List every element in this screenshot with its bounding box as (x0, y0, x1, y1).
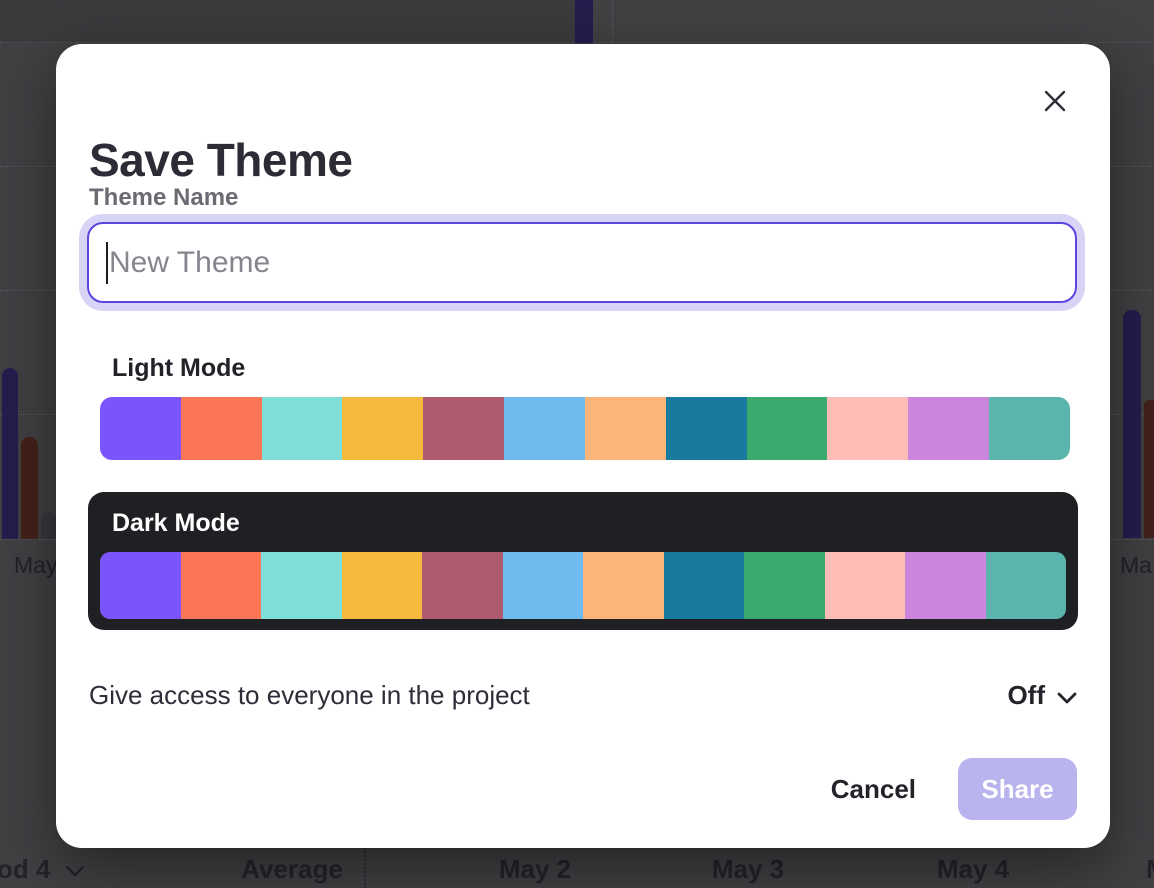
palette-swatch (986, 552, 1067, 619)
palette-swatch (100, 397, 181, 460)
access-label: Give access to everyone in the project (89, 680, 530, 711)
palette-swatch (422, 552, 503, 619)
access-dropdown-value: Off (1007, 680, 1045, 711)
access-dropdown[interactable]: Off (1007, 680, 1077, 711)
palette-swatch (666, 397, 747, 460)
axis-label: Ma (1120, 552, 1152, 579)
save-theme-dialog: Save Theme Theme Name Light Mode Dark Mo… (56, 44, 1110, 848)
light-mode-palette (100, 397, 1070, 460)
palette-swatch (747, 397, 828, 460)
palette-swatch (262, 397, 343, 460)
palette-swatch (261, 552, 342, 619)
dialog-title: Save Theme (89, 135, 352, 186)
app-background: May Ma od 4 Average May 2 May 3 May 4 M … (0, 0, 1154, 888)
close-icon (1042, 88, 1068, 114)
palette-swatch (181, 552, 262, 619)
chart-bar (41, 512, 56, 539)
axis-label: May 2 (499, 854, 571, 885)
axis-label: May 3 (712, 854, 784, 885)
period-dropdown-label: od 4 (0, 854, 50, 885)
axis-label: May (14, 552, 57, 579)
palette-swatch (583, 552, 664, 619)
palette-swatch (342, 552, 423, 619)
chart-bar (1123, 310, 1141, 538)
palette-swatch (744, 552, 825, 619)
dark-mode-card: Dark Mode (88, 492, 1078, 630)
palette-swatch (504, 397, 585, 460)
palette-swatch (423, 397, 504, 460)
text-caret (106, 242, 108, 284)
dark-mode-palette (100, 552, 1066, 619)
palette-swatch (825, 552, 906, 619)
chart-bar (575, 0, 593, 43)
theme-name-input[interactable] (87, 222, 1077, 303)
dark-mode-label: Dark Mode (112, 509, 240, 538)
share-button[interactable]: Share (958, 758, 1077, 820)
gridline (612, 0, 613, 43)
palette-swatch (100, 552, 181, 619)
palette-swatch (181, 397, 262, 460)
theme-name-label: Theme Name (89, 184, 238, 212)
palette-swatch (827, 397, 908, 460)
axis-label: M (1146, 854, 1154, 885)
chevron-down-icon (66, 866, 84, 877)
chart-bar (1144, 400, 1154, 538)
background-panel (593, 0, 1154, 43)
dialog-actions: Cancel Share (831, 758, 1077, 820)
theme-name-field-wrap (87, 222, 1077, 303)
axis-label: May 4 (937, 854, 1009, 885)
axis-separator (364, 848, 366, 888)
palette-swatch (503, 552, 584, 619)
axis-label: Average (241, 854, 343, 885)
palette-swatch (664, 552, 745, 619)
palette-swatch (342, 397, 423, 460)
palette-swatch (989, 397, 1070, 460)
palette-swatch (908, 397, 989, 460)
chart-bar (21, 437, 38, 539)
close-button[interactable] (1034, 80, 1076, 122)
chart-bar (2, 368, 18, 539)
background-panel (0, 0, 575, 43)
palette-swatch (905, 552, 986, 619)
access-row: Give access to everyone in the project O… (89, 680, 1077, 711)
cancel-button[interactable]: Cancel (831, 774, 916, 805)
period-dropdown[interactable]: od 4 (0, 854, 84, 885)
palette-swatch (585, 397, 666, 460)
light-mode-label: Light Mode (112, 354, 245, 383)
chevron-down-icon (1057, 692, 1077, 704)
